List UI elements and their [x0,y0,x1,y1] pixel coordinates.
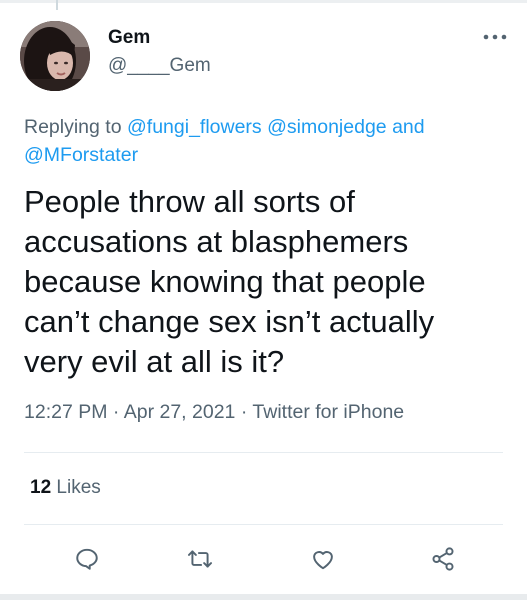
more-horizontal-icon[interactable] [482,29,508,40]
divider [24,524,503,525]
bottom-border [0,594,527,600]
top-border [0,0,527,3]
avatar[interactable] [20,21,90,91]
like-button[interactable] [306,542,340,576]
likes-label: Likes [56,477,101,498]
retweet-button[interactable] [183,542,217,576]
meta-separator: · [240,401,248,423]
replying-to: Replying to @fungi_flowers @simonjedge a… [24,113,504,169]
like-icon [313,551,333,570]
likes-count: 12 [30,477,52,498]
tweet-date[interactable]: Apr 27, 2021 [124,401,236,423]
divider [24,452,503,453]
tweet-metadata: 12:27 PM · Apr 27, 2021 · Twitter for iP… [24,401,404,424]
mention-link-mforstater[interactable]: @MForstater [24,144,138,166]
tweet-time[interactable]: 12:27 PM [24,401,107,423]
thread-connector [56,0,58,10]
reply-icon [76,548,98,570]
tweet-source[interactable]: Twitter for iPhone [252,401,404,423]
replying-and[interactable]: and [392,116,425,138]
avatar-image [20,21,90,91]
reply-button[interactable] [70,542,104,576]
mention-link-fungi-flowers[interactable]: @fungi_flowers [127,116,262,138]
display-name[interactable]: Gem [108,27,150,49]
replying-prefix: Replying to [24,116,122,138]
likes-count-link[interactable]: 12 Likes [30,477,101,499]
tweet-text: People throw all sorts of accusations at… [24,184,435,379]
share-icon [432,547,454,571]
mention-link-simonjedge[interactable]: @simonjedge [267,116,387,138]
share-button[interactable] [426,542,460,576]
meta-separator: · [112,401,120,423]
user-handle[interactable]: @____Gem [108,55,211,77]
retweet-icon [187,550,213,568]
